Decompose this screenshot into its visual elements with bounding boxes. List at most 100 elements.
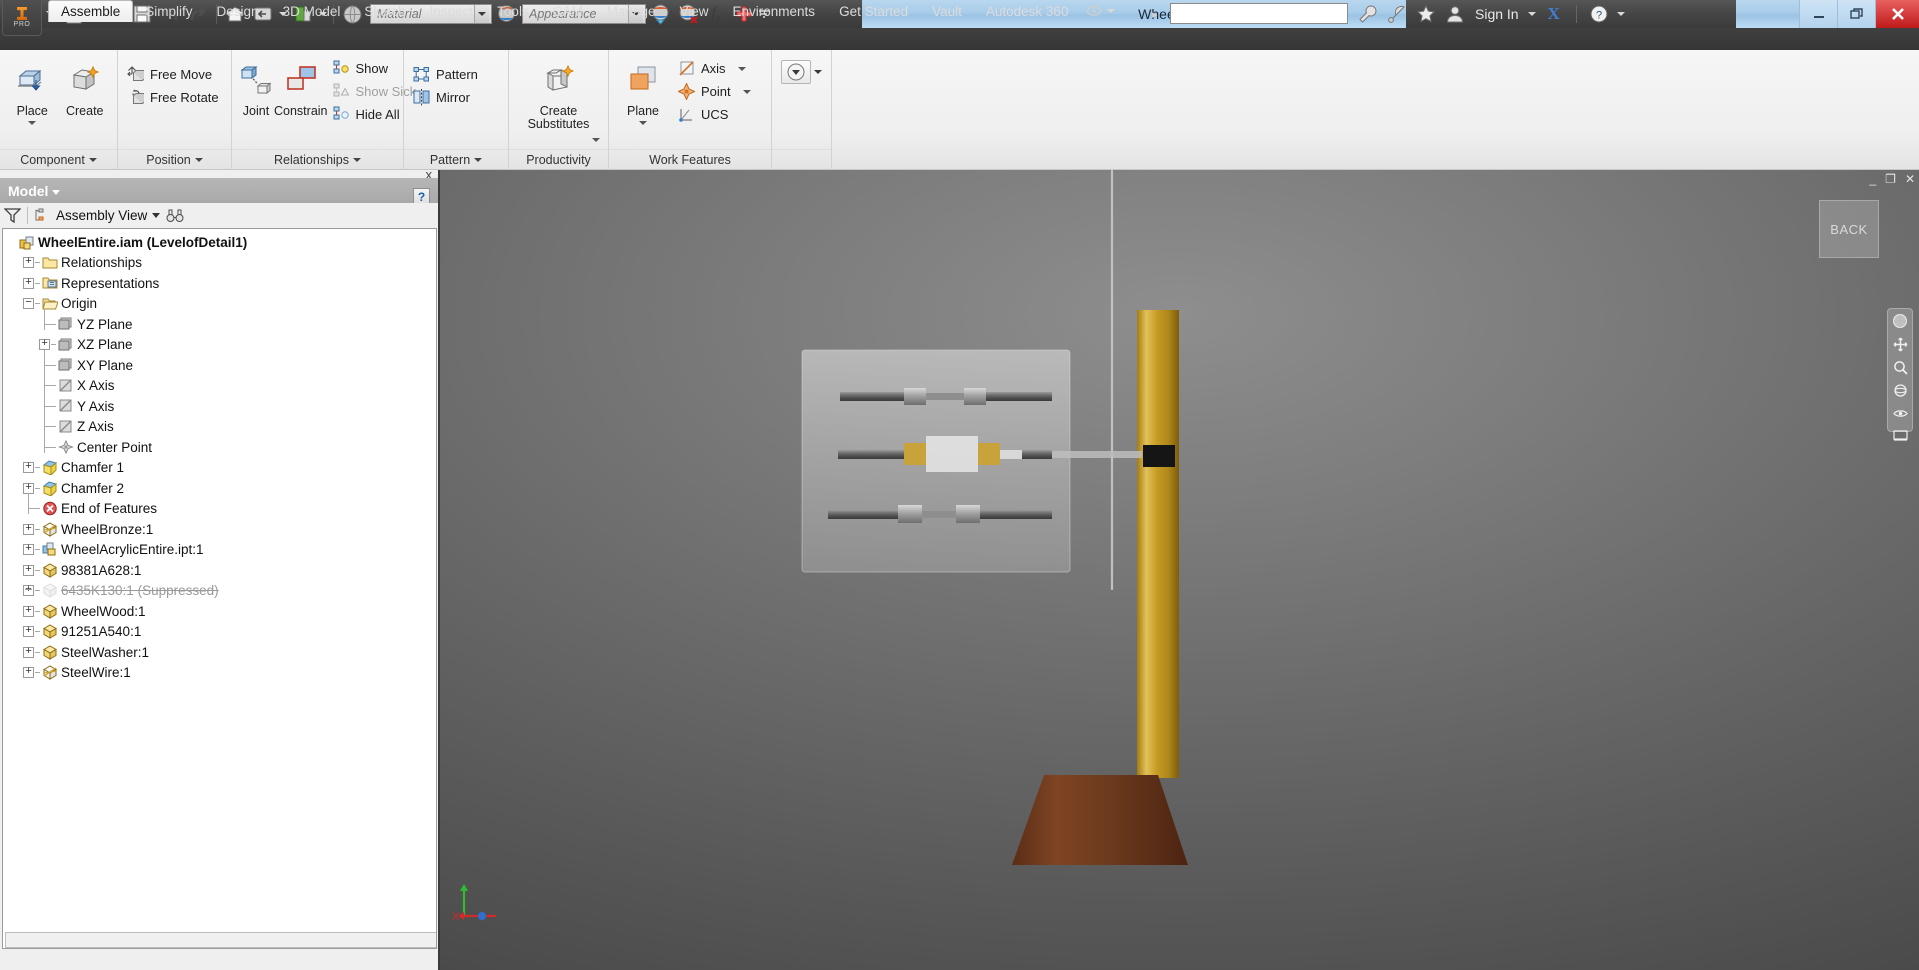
- tree-expand-icon[interactable]: +: [23, 257, 34, 269]
- graphics-viewport[interactable]: _ ❐ ✕ BACK X: [440, 170, 1919, 970]
- search-input[interactable]: [1170, 3, 1348, 24]
- ucs-button[interactable]: UCS: [675, 104, 757, 125]
- assembly-view-selector[interactable]: Assembly View: [34, 207, 161, 224]
- panel-pattern-label[interactable]: Pattern: [404, 149, 508, 170]
- place-component-dropdown-icon[interactable]: [28, 121, 37, 125]
- tree-expand-icon[interactable]: +: [23, 482, 34, 494]
- work-axis-dropdown-icon[interactable]: [737, 66, 746, 71]
- sign-in-dropdown-icon[interactable]: [1526, 1, 1538, 27]
- work-plane-button[interactable]: Plane: [615, 54, 671, 125]
- tree-expand-icon[interactable]: +: [23, 626, 34, 638]
- tab-3d-model[interactable]: 3D Model: [271, 0, 353, 22]
- tab-design[interactable]: Design: [205, 0, 271, 22]
- mirror-button[interactable]: Mirror: [410, 87, 484, 108]
- viewport-close-button[interactable]: ✕: [1905, 172, 1915, 186]
- tree-expand-icon[interactable]: +: [23, 544, 34, 556]
- tree-node[interactable]: +98381A628:1: [7, 560, 436, 581]
- filter-icon[interactable]: [4, 207, 21, 224]
- tree-node[interactable]: + Chamfer 2: [7, 478, 436, 499]
- tree-expand-icon[interactable]: +: [23, 277, 34, 289]
- create-component-button[interactable]: Create: [59, 54, 112, 118]
- work-axis-button[interactable]: Axis: [675, 58, 757, 79]
- tree-node[interactable]: + WheelAcrylicEntire.ipt:1: [7, 540, 436, 561]
- tab-assemble[interactable]: Assemble: [48, 0, 134, 22]
- tree-expand-icon[interactable]: +: [23, 564, 34, 576]
- viewport-restore-button[interactable]: ❐: [1885, 172, 1896, 186]
- tree-node[interactable]: X Axis: [7, 370, 436, 397]
- tab-sketch[interactable]: Sketch: [352, 0, 417, 22]
- tree-expand-icon[interactable]: +: [23, 605, 34, 617]
- work-point-dropdown-icon[interactable]: [742, 89, 751, 94]
- tree-node[interactable]: + WheelWood:1: [7, 601, 436, 622]
- tree-node[interactable]: XY Plane: [7, 349, 436, 376]
- tab-manage[interactable]: Manage: [595, 0, 668, 22]
- window-restore-button[interactable]: [1837, 0, 1875, 28]
- panel-position-label[interactable]: Position: [118, 149, 231, 170]
- create-substitutes-button[interactable]: Create Substitutes: [515, 54, 602, 142]
- tree-node[interactable]: + SteelWire:1: [7, 663, 436, 684]
- tree-node[interactable]: +91251A540:1: [7, 622, 436, 643]
- browser-title-dropdown-icon[interactable]: [52, 189, 61, 195]
- tree-node[interactable]: YZ Plane: [7, 308, 436, 335]
- tree-node[interactable]: − Origin: [7, 294, 436, 315]
- pattern-button[interactable]: Pattern: [410, 64, 484, 85]
- tree-expand-icon[interactable]: +: [23, 585, 34, 597]
- wrench-icon[interactable]: [1355, 1, 1381, 27]
- tab-view[interactable]: View: [667, 0, 720, 22]
- autodesk-exchange-icon[interactable]: X: [1541, 1, 1567, 27]
- window-minimize-button[interactable]: [1799, 0, 1837, 28]
- free-move-button[interactable]: Free Move: [124, 64, 225, 85]
- tab-inspect[interactable]: Inspect: [418, 0, 486, 22]
- application-menu-button[interactable]: PRO: [2, 0, 42, 36]
- account-person-icon[interactable]: [1442, 1, 1468, 27]
- panel-relationships-label[interactable]: Relationships: [232, 149, 403, 170]
- tree-node[interactable]: + Representations: [7, 273, 436, 294]
- assembly-view-dropdown-icon[interactable]: [152, 213, 161, 218]
- tree-node[interactable]: + XZ Plane: [7, 335, 436, 356]
- tree-node[interactable]: + WheelBronze:1: [7, 519, 436, 540]
- star-icon[interactable]: [1413, 1, 1439, 27]
- tab-vault[interactable]: Vault: [920, 0, 974, 22]
- convert-dropdown-button[interactable]: [781, 60, 811, 84]
- browser-horizontal-scrollbar[interactable]: [5, 932, 436, 948]
- tree-node[interactable]: +6435K130:1 (Suppressed): [7, 581, 436, 602]
- tree-node[interactable]: + Relationships: [7, 253, 436, 274]
- tree-expand-icon[interactable]: +: [23, 667, 34, 679]
- tree-node[interactable]: Center Point: [7, 431, 436, 458]
- tab-environments[interactable]: Environments: [721, 0, 828, 22]
- work-point-button[interactable]: Point: [675, 81, 757, 102]
- tree-collapse-icon[interactable]: −: [23, 298, 34, 310]
- tree-node[interactable]: Y Axis: [7, 390, 436, 417]
- tab-overflow[interactable]: [1080, 0, 1121, 22]
- viewport-minimize-button[interactable]: _: [1869, 172, 1876, 186]
- panel-component-label[interactable]: Component: [0, 149, 117, 170]
- convert-dropdown-caret-icon[interactable]: [814, 70, 822, 74]
- tree-node[interactable]: WheelEntire.iam (LevelofDetail1): [7, 232, 436, 253]
- place-component-button[interactable]: Place: [6, 54, 59, 125]
- satellite-icon[interactable]: [1384, 1, 1410, 27]
- tab-simplify[interactable]: Simplify: [133, 0, 204, 22]
- tree-node[interactable]: Z Axis: [7, 411, 436, 438]
- sign-in-button[interactable]: Sign In: [1471, 6, 1523, 22]
- find-binoculars-icon[interactable]: [166, 207, 184, 224]
- tree-expand-icon[interactable]: +: [23, 646, 34, 658]
- tree-node[interactable]: + Chamfer 1: [7, 458, 436, 479]
- tab-cam[interactable]: CAM: [541, 0, 595, 22]
- create-substitutes-dropdown-icon[interactable]: [592, 138, 600, 142]
- window-close-button[interactable]: [1875, 0, 1919, 28]
- free-rotate-button[interactable]: Free Rotate: [124, 87, 225, 108]
- tree-expand-icon[interactable]: +: [23, 523, 34, 535]
- tree-expand-icon[interactable]: +: [23, 462, 34, 474]
- constrain-button[interactable]: Constrain: [274, 54, 328, 118]
- tree-expand-icon[interactable]: +: [39, 339, 50, 351]
- tab-autodesk-360[interactable]: Autodesk 360: [974, 0, 1081, 22]
- help-dropdown-icon[interactable]: [1615, 1, 1627, 27]
- model-tree[interactable]: WheelEntire.iam (LevelofDetail1) + Relatio…: [2, 228, 437, 949]
- help-icon[interactable]: ?: [1586, 1, 1612, 27]
- joint-button[interactable]: Joint: [238, 54, 274, 118]
- tab-tools[interactable]: Tools: [485, 0, 541, 22]
- tree-node[interactable]: + SteelWasher:1: [7, 642, 436, 663]
- work-plane-dropdown-icon[interactable]: [639, 121, 647, 125]
- tab-get-started[interactable]: Get Started: [827, 0, 920, 22]
- search-expand-icon[interactable]: ▸: [1152, 8, 1158, 21]
